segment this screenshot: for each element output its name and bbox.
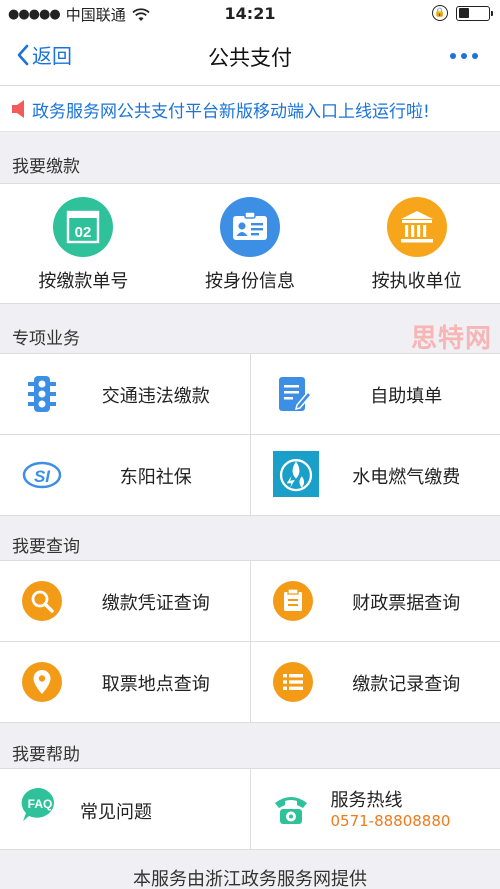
pay-by-unit-label: 按执收单位 <box>371 271 462 292</box>
receipt-number-icon: 02 <box>53 197 114 257</box>
pay-by-number-label: 按缴款单号 <box>38 271 129 292</box>
svg-text:02: 02 <box>75 224 92 241</box>
pay-options: 02 按缴款单号 按身份信息 按执收单位 <box>0 183 500 304</box>
page-title: 公共支付 <box>208 46 292 70</box>
id-card-icon <box>220 197 280 257</box>
bank-building-icon <box>386 197 447 257</box>
more-menu-button[interactable] <box>450 53 478 59</box>
status-bar: ●●●●● 中国联通 14:21 🔒 <box>0 0 500 28</box>
faq-icon: FAQ <box>21 787 54 821</box>
section-title-special: 专项业务 <box>12 329 80 349</box>
phone-icon <box>274 797 307 824</box>
watermark: 思特网 <box>410 324 492 354</box>
fiscal-bill-query-label: 财政票据查询 <box>352 593 461 614</box>
more-dot-icon <box>450 53 456 59</box>
utilities-payment-button[interactable]: 水电燃气缴费 <box>249 435 500 515</box>
ticket-location-query-label: 取票地点查询 <box>101 674 210 695</box>
notice-banner[interactable]: 政务服务网公共支付平台新版移动端入口上线运行啦! <box>0 86 500 132</box>
hotline-number[interactable]: 0571-88808880 <box>331 812 451 830</box>
special-business-grid: 交通违法缴款 自助填单 SI 东阳社保 水电燃气缴费 <box>0 353 500 516</box>
svg-text:SI: SI <box>34 467 51 486</box>
section-title-pay: 我要缴款 <box>12 157 80 177</box>
pay-by-number-button[interactable]: 02 按缴款单号 <box>0 184 167 303</box>
svg-text:FAQ: FAQ <box>28 797 53 811</box>
list-icon <box>272 662 313 702</box>
notice-text: 政务服务网公共支付平台新版移动端入口上线运行啦! <box>32 102 430 122</box>
fiscal-bill-query-button[interactable]: 财政票据查询 <box>249 561 500 641</box>
traffic-fine-label: 交通违法缴款 <box>101 386 210 407</box>
bill-icon <box>272 581 313 621</box>
query-grid: 缴款凭证查询 财政票据查询 取票地点查询 缴款记录查询 <box>0 560 500 723</box>
dongyang-social-security-label: 东阳社保 <box>119 467 192 488</box>
payment-voucher-query-button[interactable]: 缴款凭证查询 <box>0 561 250 641</box>
footer-text: 本服务由浙江政务服务网提供 <box>133 869 367 889</box>
help-grid: FAQ 常见问题 服务热线 0571-88808880 <box>0 768 500 850</box>
more-dot-icon <box>461 53 467 59</box>
payment-record-query-button[interactable]: 缴款记录查询 <box>249 642 500 722</box>
nav-bar: 返回 公共支付 <box>0 28 500 86</box>
battery-icon <box>456 5 493 21</box>
service-hotline-button[interactable]: 服务热线 0571-88808880 <box>249 769 500 849</box>
search-icon <box>22 581 62 621</box>
pay-by-identity-button[interactable]: 按身份信息 <box>167 184 334 303</box>
dongyang-social-security-button[interactable]: SI 东阳社保 <box>0 435 250 515</box>
ticket-location-query-button[interactable]: 取票地点查询 <box>0 642 250 722</box>
traffic-fine-button[interactable]: 交通违法缴款 <box>0 354 250 434</box>
pay-by-unit-button[interactable]: 按执收单位 <box>333 184 500 303</box>
rotation-lock-icon: 🔒 <box>432 5 448 21</box>
speaker-icon <box>12 100 24 118</box>
social-security-icon: SI <box>22 461 62 489</box>
more-dot-icon <box>472 53 478 59</box>
payment-voucher-query-label: 缴款凭证查询 <box>101 593 210 614</box>
payment-record-query-label: 缴款记录查询 <box>352 674 461 695</box>
pay-by-identity-label: 按身份信息 <box>205 271 295 292</box>
faq-button[interactable]: FAQ 常见问题 <box>0 769 250 849</box>
self-service-form-button[interactable]: 自助填单 <box>249 354 500 434</box>
hotline-label: 服务热线 <box>330 790 403 811</box>
section-title-query: 我要查询 <box>12 537 80 557</box>
faq-label: 常见问题 <box>80 802 152 823</box>
location-pin-icon <box>22 662 62 702</box>
status-time: 14:21 <box>224 4 276 23</box>
section-title-help: 我要帮助 <box>12 745 80 765</box>
self-service-form-label: 自助填单 <box>370 386 443 407</box>
utilities-payment-label: 水电燃气缴费 <box>352 467 461 488</box>
form-edit-icon <box>278 377 312 411</box>
traffic-light-icon <box>28 376 56 412</box>
